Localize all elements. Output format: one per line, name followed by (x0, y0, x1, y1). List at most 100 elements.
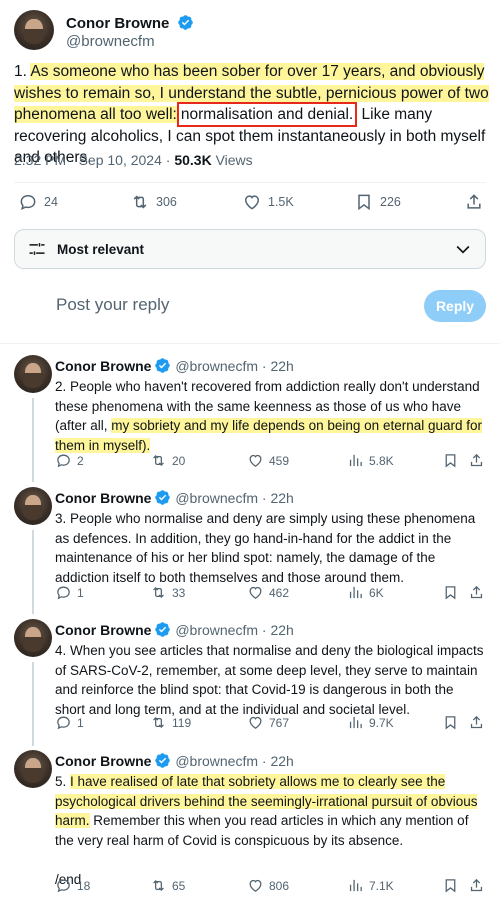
reply-button[interactable]: Reply (424, 290, 486, 322)
repost-action[interactable]: 20 (150, 452, 185, 469)
share-button[interactable] (468, 452, 485, 474)
avatar[interactable] (14, 10, 54, 50)
bookmark-button[interactable] (442, 877, 459, 899)
share-button[interactable] (468, 714, 485, 736)
reply-actions: 1 33 462 6K (55, 584, 485, 604)
avatar[interactable] (14, 750, 52, 788)
reply-action[interactable]: 18 (55, 877, 90, 894)
repost-icon (153, 716, 164, 729)
repost-icon (153, 879, 164, 892)
repost-count: 306 (156, 195, 177, 209)
bookmark-button[interactable] (442, 714, 459, 736)
reply-input[interactable]: Post your reply (56, 295, 169, 315)
repost-action[interactable]: 33 (150, 584, 185, 601)
author-handle[interactable]: @brownecfm (175, 358, 258, 374)
views-count: 7.1K (369, 878, 394, 893)
analytics-icon (349, 879, 362, 892)
reply-action[interactable]: 2 (55, 452, 84, 469)
thread-line (32, 530, 34, 614)
timestamp[interactable]: 22h (270, 753, 293, 769)
bookmark-icon (445, 879, 456, 893)
reply-action[interactable]: 24 (18, 192, 58, 212)
reply-actions: 2 20 459 5.8K (55, 452, 485, 472)
like-count: 767 (269, 715, 290, 730)
repost-action[interactable]: 65 (150, 877, 185, 894)
bookmark-count: 226 (380, 195, 401, 209)
author-name[interactable]: Conor Browne (55, 622, 151, 638)
reply-action[interactable]: 1 (55, 584, 84, 601)
views-action[interactable]: 6K (347, 584, 384, 601)
bookmark-icon (445, 716, 456, 730)
tweet-actions: 24 306 1.5K 226 (14, 192, 486, 216)
thread-line (32, 662, 34, 746)
like-count: 459 (269, 453, 290, 468)
avatar[interactable] (14, 619, 52, 657)
reply-actions: 1 119 767 9.7K (55, 714, 485, 734)
timestamp[interactable]: 22h (270, 490, 293, 506)
dot-separator: · (258, 753, 271, 769)
author-handle[interactable]: @brownecfm (66, 33, 155, 50)
like-action[interactable]: 806 (247, 877, 289, 894)
author-handle[interactable]: @brownecfm (175, 490, 258, 506)
reply-sort-dropdown[interactable]: Most relevant (14, 229, 486, 269)
repost-action[interactable]: 306 (130, 192, 177, 212)
reply-text: 2. People who haven't recovered from add… (55, 377, 485, 455)
repost-icon (133, 195, 147, 209)
share-action[interactable] (464, 192, 484, 212)
views-count: 6K (369, 585, 384, 600)
views-count: 9.7K (369, 715, 394, 730)
share-button[interactable] (468, 877, 485, 899)
share-icon (467, 194, 481, 209)
like-action[interactable]: 459 (247, 452, 289, 469)
like-action[interactable]: 462 (247, 584, 289, 601)
bookmark-action[interactable]: 226 (354, 192, 401, 212)
reply-text: 4. When you see articles that normalise … (55, 641, 485, 719)
reply-icon (57, 716, 70, 730)
heart-icon (249, 879, 262, 892)
timestamp[interactable]: 22h (270, 622, 293, 638)
like-action[interactable]: 767 (247, 714, 289, 731)
tweet-meta: 2:32 PM · Sep 10, 2024 · 50.3K Views (14, 152, 253, 168)
heart-icon (249, 586, 262, 599)
reply-icon (57, 586, 70, 600)
repost-count: 65 (172, 878, 186, 893)
filter-icon (29, 243, 45, 255)
views-action[interactable]: 5.8K (347, 452, 394, 469)
reply-text: 5. I have realised of late that sobriety… (55, 772, 485, 889)
like-action[interactable]: 1.5K (242, 192, 294, 212)
author-name[interactable]: Conor Browne (66, 14, 194, 33)
chevron-down-icon (456, 245, 470, 254)
bookmark-button[interactable] (442, 452, 459, 474)
heart-icon (249, 716, 262, 729)
reply-count: 1 (77, 715, 84, 730)
timestamp[interactable]: 22h (270, 358, 293, 374)
author-name[interactable]: Conor Browne (55, 753, 151, 769)
share-icon (470, 453, 483, 467)
author-name[interactable]: Conor Browne (55, 358, 151, 374)
share-button[interactable] (468, 584, 485, 606)
timestamp[interactable]: 2:32 PM · Sep 10, 2024 · (14, 152, 174, 168)
reply-action[interactable]: 1 (55, 714, 84, 731)
repost-action[interactable]: 119 (150, 714, 191, 731)
like-count: 806 (269, 878, 290, 893)
like-count: 1.5K (268, 195, 294, 209)
reply-count: 24 (44, 195, 58, 209)
author-name[interactable]: Conor Browne (55, 490, 151, 506)
like-count: 462 (269, 585, 290, 600)
views-count: 5.8K (369, 453, 394, 468)
author-handle[interactable]: @brownecfm (175, 753, 258, 769)
avatar[interactable] (14, 487, 52, 525)
author-handle[interactable]: @brownecfm (175, 622, 258, 638)
repost-count: 33 (172, 585, 186, 600)
analytics-icon (349, 716, 362, 729)
views-count: 50.3K (174, 152, 212, 168)
views-label: Views (211, 152, 253, 168)
avatar[interactable] (14, 355, 52, 393)
bookmark-button[interactable] (442, 584, 459, 606)
reply-actions: 18 65 806 7.1K (55, 877, 485, 897)
repost-icon (153, 454, 164, 467)
repost-icon (153, 586, 164, 599)
views-action[interactable]: 7.1K (347, 877, 394, 894)
views-action[interactable]: 9.7K (347, 714, 394, 731)
share-icon (470, 715, 483, 729)
